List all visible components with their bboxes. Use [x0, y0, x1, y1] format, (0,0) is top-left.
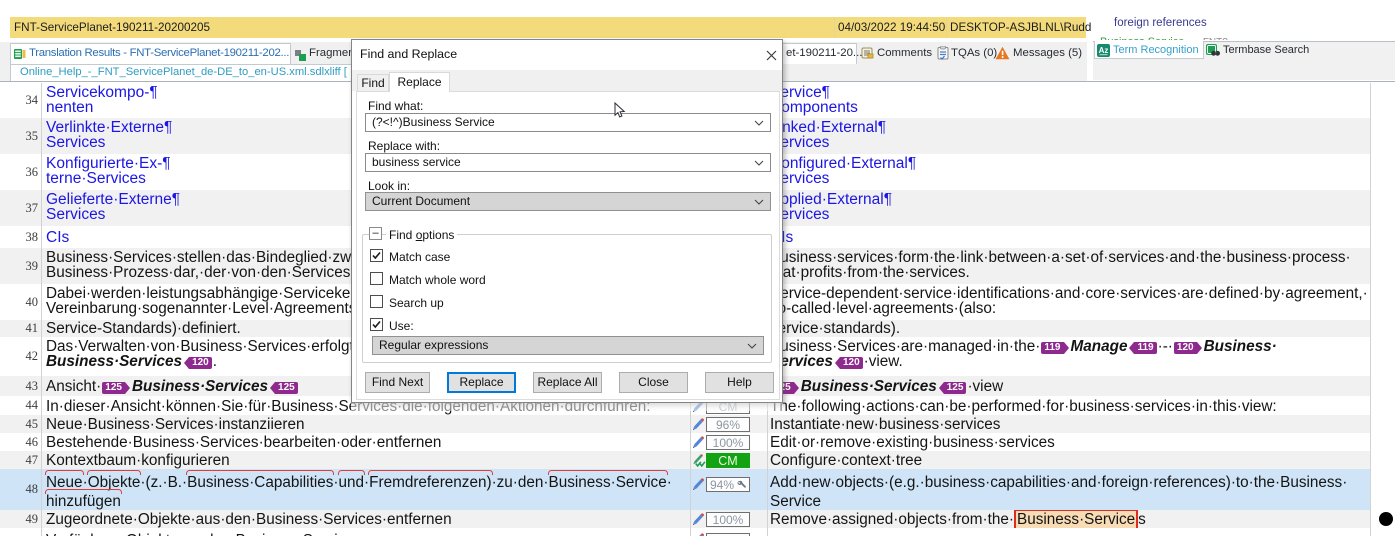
svg-text:Az: Az: [1099, 46, 1109, 55]
